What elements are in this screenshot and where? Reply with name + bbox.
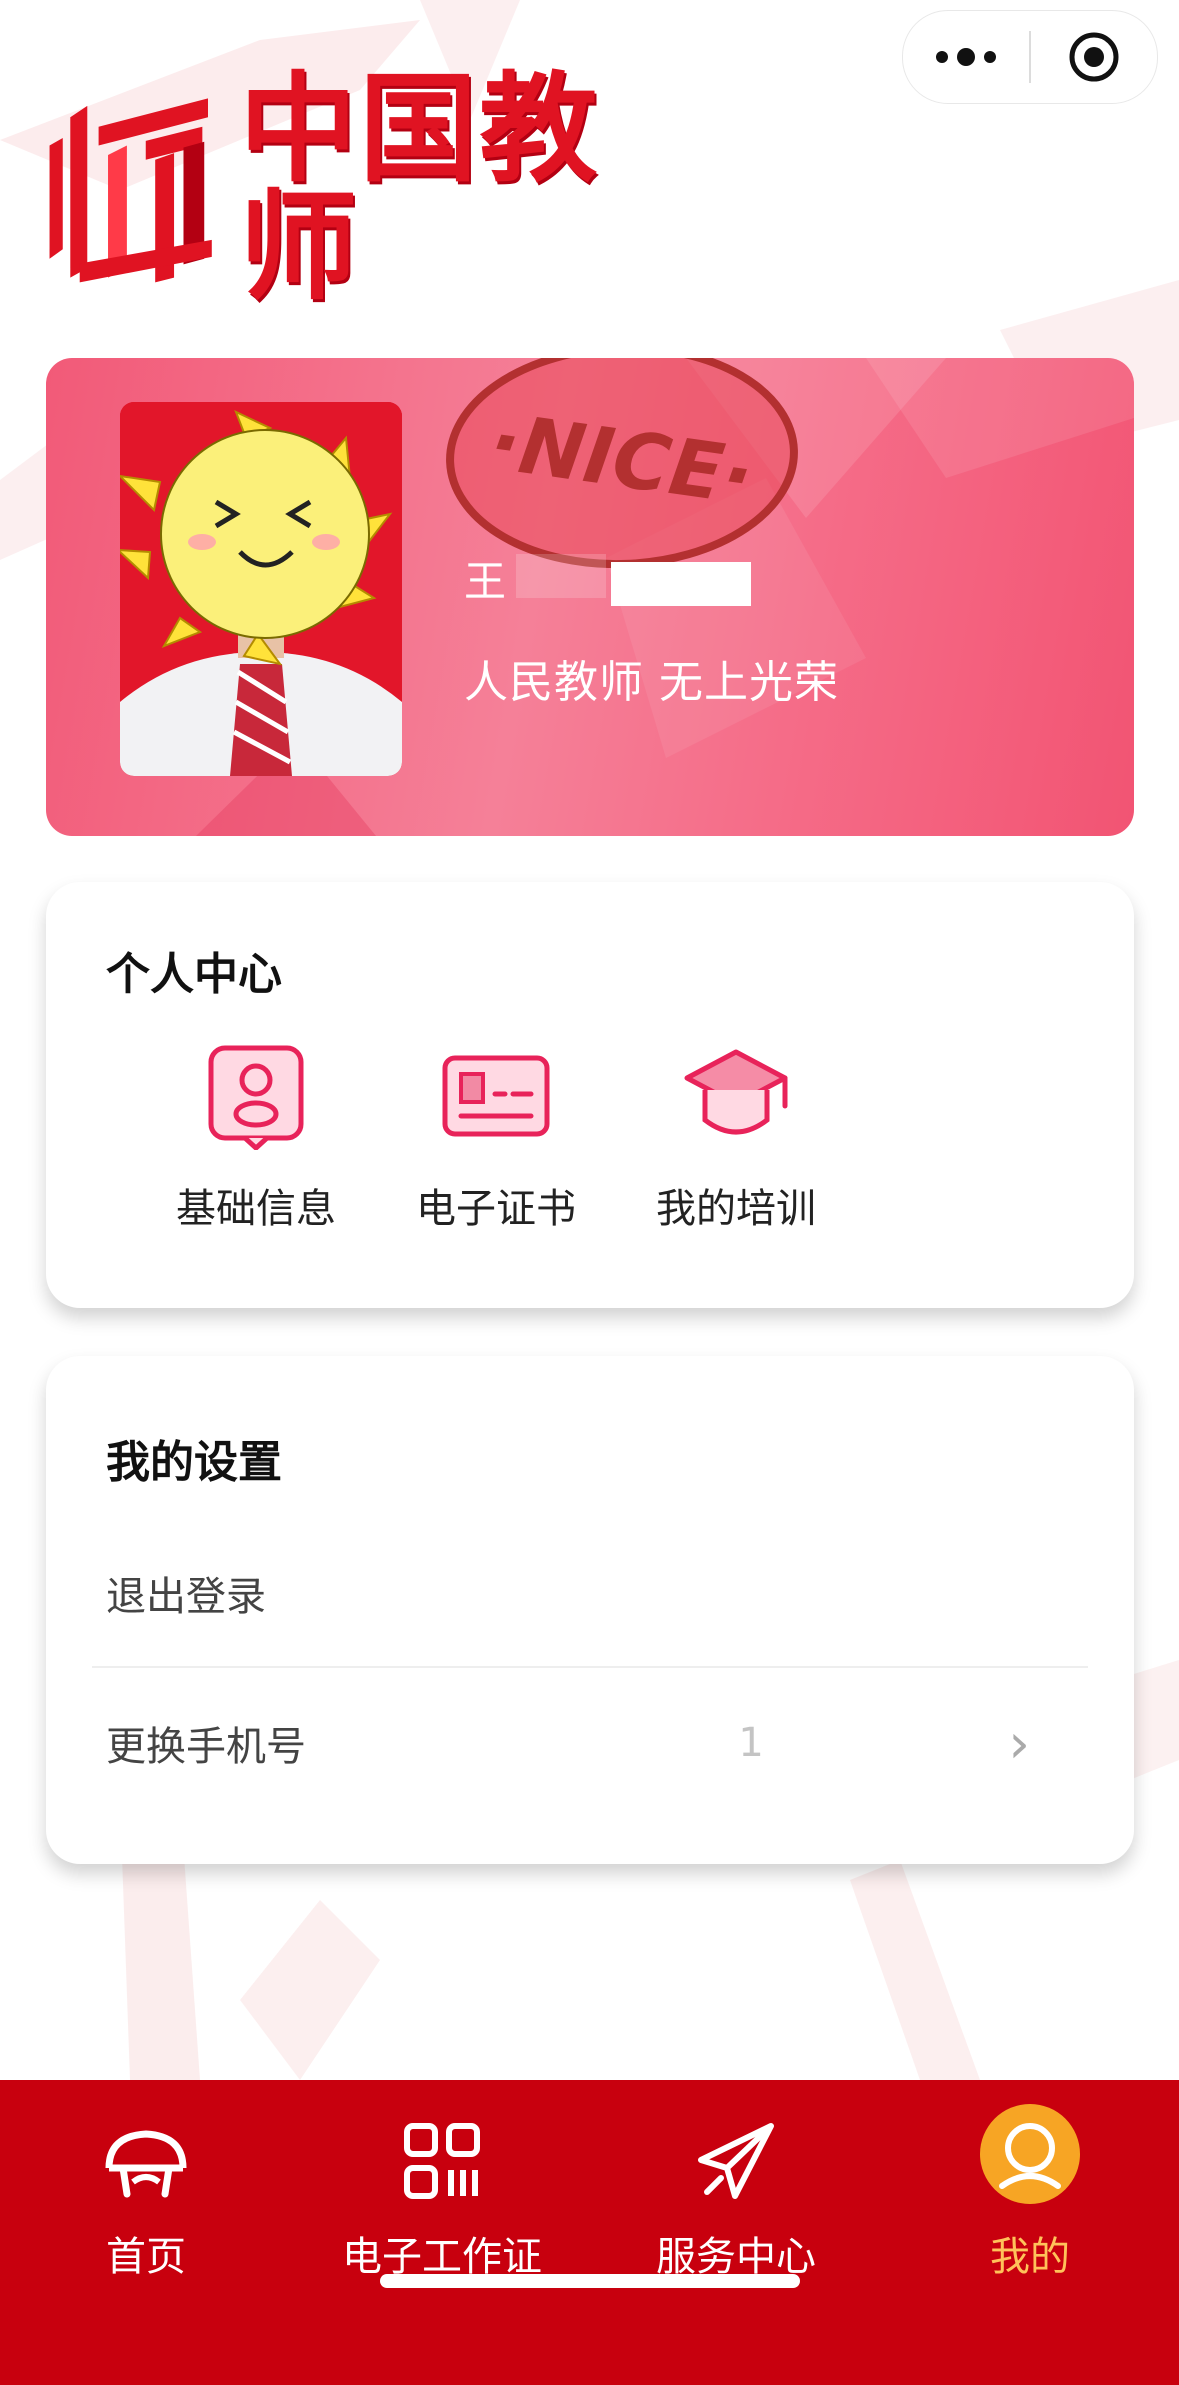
slogan: 人民教师 无上光荣 [464, 657, 839, 708]
tab-mine[interactable]: 我的 [910, 2102, 1150, 2282]
tab-mine-label: 我的 [990, 2234, 1070, 2280]
profile-card-icon [208, 1045, 304, 1150]
personal-center-grid: 基础信息 电子证书 我的培训 [136, 1040, 856, 1234]
user-avatar-icon [980, 2104, 1080, 2204]
settings-divider [92, 1666, 1088, 1668]
nice-stamp: ·NICE· [446, 358, 798, 568]
settings-title: 我的设置 [106, 1437, 282, 1488]
change-phone-label: 更换手机号 [106, 1724, 306, 1770]
tab-home-label: 首页 [106, 2234, 186, 2280]
graduation-cap-icon [684, 1049, 788, 1135]
logout-row[interactable]: 退出登录 [106, 1538, 1086, 1648]
phone-value-group: 1 › [738, 1688, 1030, 1798]
teacher-logo-icon [49, 98, 212, 283]
tab-home[interactable]: 首页 [26, 2116, 266, 2282]
teacher-name: 王 [464, 557, 507, 606]
paper-plane-icon [698, 2123, 774, 2199]
brand-logo: 中国教师 [42, 70, 692, 306]
name-redaction [516, 554, 606, 598]
avatar [120, 402, 402, 776]
bottom-tab-bar: 首页 电子工作证 服务中心 我的 [0, 2080, 1179, 2385]
logout-label: 退出登录 [106, 1574, 266, 1620]
personal-center-title: 个人中心 [106, 949, 282, 1000]
e-certificate-button[interactable]: 电子证书 [376, 1040, 616, 1234]
basic-info-button[interactable]: 基础信息 [136, 1040, 376, 1234]
settings-card: 我的设置 退出登录 更换手机号 1 › [46, 1356, 1134, 1864]
basic-info-label: 基础信息 [176, 1186, 336, 1232]
target-icon[interactable] [1031, 11, 1157, 103]
brand-title: 中国教师 [239, 60, 600, 316]
phone-number: 1 [738, 1720, 764, 1766]
tab-service-center[interactable]: 服务中心 [616, 2116, 856, 2282]
name-redaction-block [611, 562, 751, 606]
home-icon [105, 2130, 187, 2198]
qrcode-icon [404, 2123, 480, 2199]
my-training-label: 我的培训 [656, 1186, 816, 1232]
tab-e-work-card[interactable]: 电子工作证 [322, 2116, 562, 2282]
mini-program-capsule [902, 10, 1158, 104]
home-indicator[interactable] [380, 2274, 800, 2288]
profile-banner: ·NICE· 王 人民教师 无上光荣 [46, 358, 1134, 836]
my-training-button[interactable]: 我的培训 [616, 1040, 856, 1234]
personal-center-card: 个人中心 基础信息 电子证书 我的培训 [46, 882, 1134, 1308]
chevron-right-icon: › [1008, 1711, 1030, 1775]
certificate-icon [442, 1055, 550, 1137]
change-phone-row[interactable]: 更换手机号 1 › [106, 1688, 1086, 1798]
ellipsis-icon[interactable] [903, 11, 1029, 103]
e-certificate-label: 电子证书 [416, 1186, 576, 1232]
